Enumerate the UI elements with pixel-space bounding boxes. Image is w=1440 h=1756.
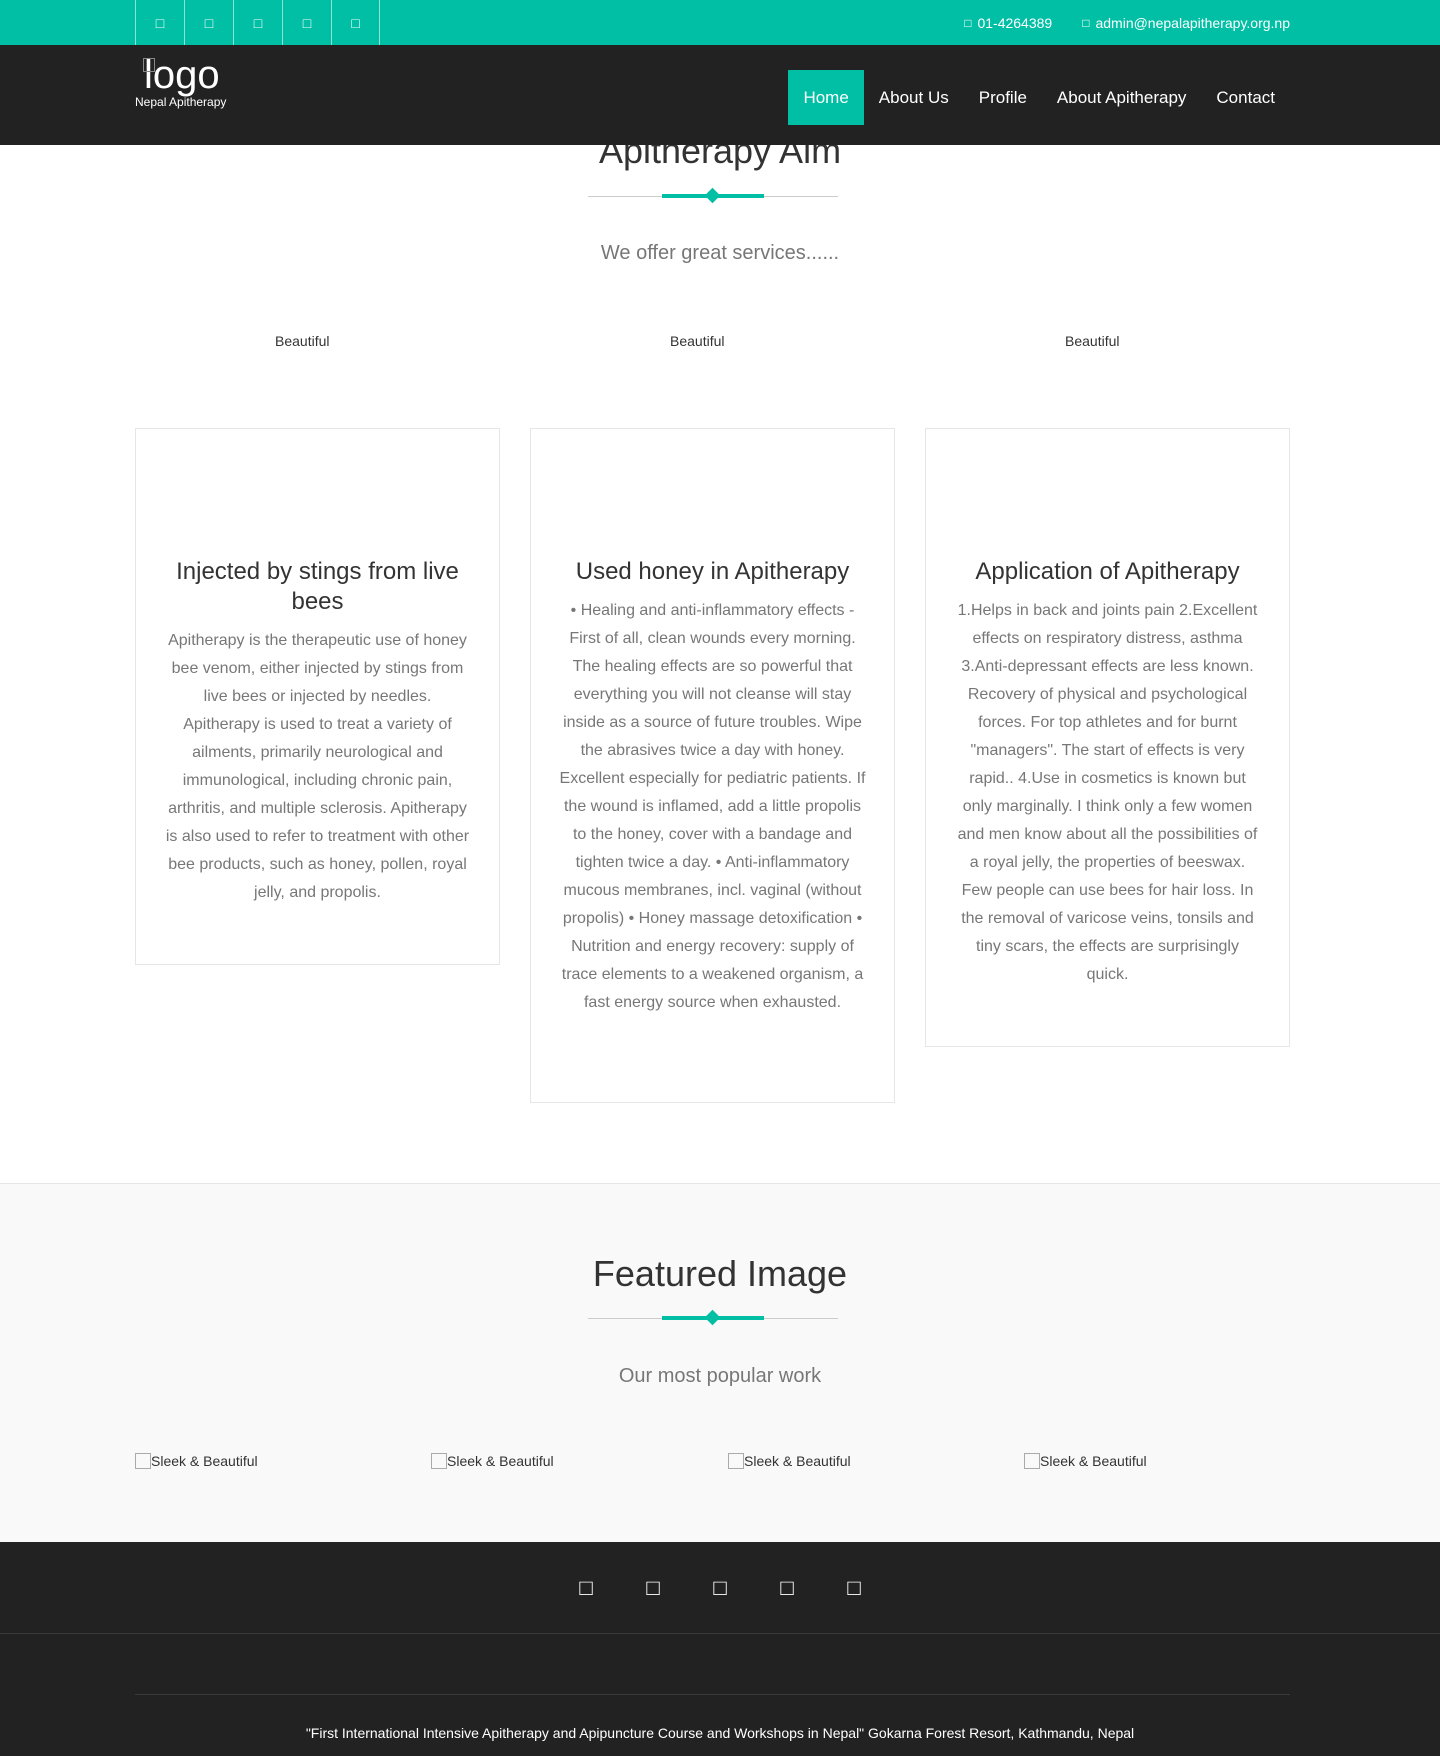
featured-image-alt: Sleek & Beautiful bbox=[744, 1453, 851, 1469]
featured-image-alt: Sleek & Beautiful bbox=[151, 1453, 258, 1469]
broken-image-icon bbox=[143, 58, 155, 72]
service-card-3: Application of Apitherapy 1.Helps in bac… bbox=[925, 428, 1290, 1047]
google-plus-icon[interactable]: □ bbox=[687, 1575, 754, 1601]
service-image-2: Beautiful bbox=[670, 333, 725, 349]
logo-alt-text: logo bbox=[144, 53, 220, 97]
broken-image-icon bbox=[728, 1453, 744, 1469]
broken-image-icon bbox=[1024, 1453, 1040, 1469]
nav-profile[interactable]: Profile bbox=[964, 70, 1042, 125]
card-body: • Healing and anti-inflammatory effects … bbox=[559, 602, 866, 1011]
card-title: Injected by stings from live bees bbox=[176, 558, 459, 615]
featured-image-1[interactable]: Sleek & Beautiful bbox=[135, 1453, 258, 1469]
aim-subtitle: We offer great services...... bbox=[600, 242, 840, 264]
broken-image-icon bbox=[135, 1453, 151, 1469]
linkedin-icon[interactable]: □ bbox=[282, 0, 331, 45]
card-body: 1.Helps in back and joints pain 2.Excell… bbox=[957, 602, 1258, 983]
twitter-icon[interactable]: □ bbox=[620, 1575, 687, 1601]
youtube-icon[interactable]: □ bbox=[821, 1575, 888, 1601]
twitter-icon[interactable]: □ bbox=[184, 0, 233, 45]
email-address: admin@nepalapitherapy.org.np bbox=[1095, 14, 1290, 31]
main-nav: Home About Us Profile About Apitherapy C… bbox=[788, 70, 1290, 125]
card-title: Used honey in Apitherapy bbox=[575, 558, 850, 585]
featured-image-alt: Sleek & Beautiful bbox=[1040, 1453, 1147, 1469]
footer-social-bar: □ □ □ □ □ bbox=[0, 1542, 1440, 1634]
google-plus-icon[interactable]: □ bbox=[233, 0, 282, 45]
card-title: Application of Apitherapy bbox=[975, 558, 1240, 585]
phone-number: 01-4264389 bbox=[977, 14, 1053, 31]
featured-subtitle: Our most popular work bbox=[618, 1365, 822, 1387]
broken-image-icon bbox=[431, 1453, 447, 1469]
featured-image-3[interactable]: Sleek & Beautiful bbox=[728, 1453, 851, 1469]
nav-home[interactable]: Home bbox=[788, 70, 864, 125]
featured-divider bbox=[588, 1309, 838, 1326]
envelope-icon: □ bbox=[1082, 15, 1090, 30]
featured-image-4[interactable]: Sleek & Beautiful bbox=[1024, 1453, 1147, 1469]
service-image-3: Beautiful bbox=[1065, 333, 1120, 349]
nav-about-us[interactable]: About Us bbox=[864, 70, 964, 125]
facebook-icon[interactable]: □ bbox=[135, 0, 184, 45]
featured-image-alt: Sleek & Beautiful bbox=[447, 1453, 554, 1469]
facebook-icon[interactable]: □ bbox=[553, 1575, 620, 1601]
top-social-links: □ □ □ □ □ bbox=[135, 0, 380, 45]
top-bar: □ □ □ □ □ □ 01-4264389 □ admin@nepalapit… bbox=[0, 0, 1440, 45]
service-card-1: Injected by stings from live bees Apithe… bbox=[135, 428, 500, 965]
logo[interactable]: logo bbox=[143, 52, 220, 98]
top-contact: □ 01-4264389 □ admin@nepalapitherapy.org… bbox=[934, 0, 1290, 45]
footer-text: "First International Intensive Apitherap… bbox=[305, 1725, 1135, 1741]
site-name: Nepal Apitherapy bbox=[135, 95, 227, 109]
email-contact[interactable]: □ admin@nepalapitherapy.org.np bbox=[1082, 15, 1290, 31]
featured-section bbox=[0, 1183, 1440, 1542]
footer-divider bbox=[135, 1694, 1290, 1695]
featured-image-2[interactable]: Sleek & Beautiful bbox=[431, 1453, 554, 1469]
card-body: Apitherapy is the therapeutic use of hon… bbox=[165, 632, 470, 901]
service-card-2: Used honey in Apitherapy • Healing and a… bbox=[530, 428, 895, 1103]
featured-title: Featured Image bbox=[592, 1253, 848, 1294]
linkedin-icon[interactable]: □ bbox=[754, 1575, 821, 1601]
site-header: logo Nepal Apitherapy Home About Us Prof… bbox=[0, 45, 1440, 145]
aim-divider bbox=[588, 187, 838, 204]
phone-icon: □ bbox=[964, 15, 972, 30]
youtube-icon[interactable]: □ bbox=[331, 0, 380, 45]
footer-bottom: "First International Intensive Apitherap… bbox=[0, 1634, 1440, 1756]
nav-about-apitherapy[interactable]: About Apitherapy bbox=[1042, 70, 1201, 125]
phone-contact[interactable]: □ 01-4264389 bbox=[964, 15, 1052, 31]
service-image-1: Beautiful bbox=[275, 333, 330, 349]
nav-contact[interactable]: Contact bbox=[1201, 70, 1290, 125]
